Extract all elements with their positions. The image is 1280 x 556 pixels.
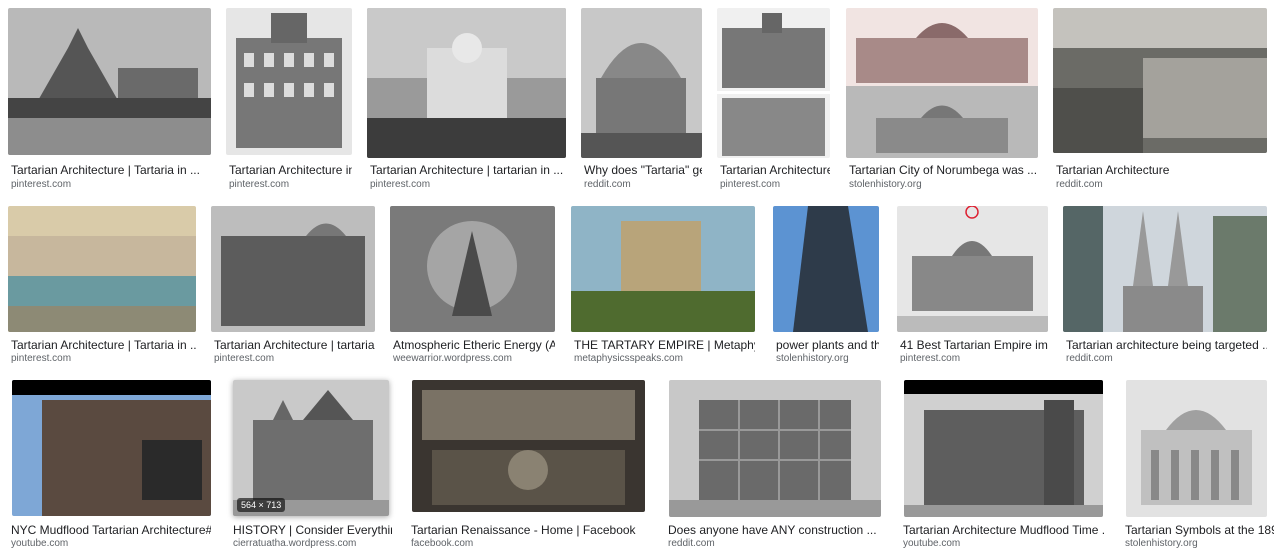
result-card[interactable]: Does anyone have ANY construction ... re… bbox=[665, 380, 881, 550]
result-card[interactable]: Tartarian Architecture | tartarian in ..… bbox=[367, 8, 566, 194]
result-card[interactable]: Why does "Tartaria" get c... reddit.com bbox=[581, 8, 702, 194]
result-title[interactable]: Atmospheric Etheric Energy (AEE ... bbox=[393, 338, 555, 352]
result-title[interactable]: Tartarian Architecture bbox=[1056, 163, 1267, 177]
result-source[interactable]: pinterest.com bbox=[214, 353, 375, 365]
result-thumbnail[interactable] bbox=[412, 380, 645, 512]
result-card[interactable]: 564 × 713 HISTORY | Consider Everything … bbox=[230, 380, 392, 550]
result-thumbnail[interactable] bbox=[367, 8, 566, 158]
result-thumbnail[interactable] bbox=[1053, 8, 1267, 153]
result-thumbnail[interactable] bbox=[1126, 380, 1267, 517]
result-title[interactable]: Tartarian City of Norumbega was ... bbox=[849, 163, 1038, 177]
result-title[interactable]: Tartarian Architecture | Tartaria in ... bbox=[11, 338, 196, 352]
result-card[interactable]: power plants and the in... stolenhistory… bbox=[773, 206, 879, 366]
result-source[interactable]: pinterest.com bbox=[370, 179, 566, 191]
result-title[interactable]: power plants and the in... bbox=[776, 338, 879, 352]
result-source[interactable]: metaphysicsspeaks.com bbox=[574, 353, 755, 365]
result-title[interactable]: 41 Best Tartarian Empire images ... bbox=[900, 338, 1048, 352]
result-source[interactable]: youtube.com bbox=[903, 538, 1106, 550]
result-source[interactable]: stolenhistory.org bbox=[849, 179, 1038, 191]
result-title[interactable]: Tartarian Architecture Mudflood Time ... bbox=[903, 523, 1106, 537]
result-thumbnail[interactable] bbox=[773, 206, 879, 332]
result-source[interactable]: pinterest.com bbox=[900, 353, 1048, 365]
result-card[interactable]: Tartarian Architecture | Tartaria in ...… bbox=[8, 206, 196, 366]
result-card[interactable]: Tartarian architecture being targeted ..… bbox=[1063, 206, 1267, 366]
result-card[interactable]: Tartarian Architecture | ... pinterest.c… bbox=[717, 8, 830, 194]
result-source[interactable]: cierratuatha.wordpress.com bbox=[233, 538, 392, 550]
result-thumbnail[interactable] bbox=[390, 206, 555, 332]
result-card[interactable]: Tartarian City of Norumbega was ... stol… bbox=[846, 8, 1038, 194]
result-title[interactable]: Tartarian architecture being targeted ..… bbox=[1066, 338, 1267, 352]
result-card[interactable]: NYC Mudflood Tartarian Architecture#7 ..… bbox=[8, 380, 211, 550]
result-source[interactable]: pinterest.com bbox=[720, 179, 830, 191]
result-title[interactable]: Tartarian Renaissance - Home | Facebook bbox=[411, 523, 649, 537]
result-thumbnail[interactable] bbox=[669, 380, 881, 517]
result-title[interactable]: THE TARTARY EMPIRE | Metaphysic's Sp... bbox=[574, 338, 755, 352]
result-card[interactable]: Tartarian Symbols at the 1893 ... stolen… bbox=[1122, 380, 1274, 550]
image-dimensions-badge: 564 × 713 bbox=[237, 498, 286, 512]
result-source[interactable]: reddit.com bbox=[584, 179, 702, 191]
result-title[interactable]: HISTORY | Consider Everything ... bbox=[233, 523, 392, 537]
result-thumbnail[interactable] bbox=[226, 8, 352, 155]
result-title[interactable]: Does anyone have ANY construction ... bbox=[668, 523, 881, 537]
result-title[interactable]: Tartarian Architecture | tartarian in ..… bbox=[370, 163, 566, 177]
result-source[interactable]: stolenhistory.org bbox=[1125, 538, 1274, 550]
result-title[interactable]: Tartarian Symbols at the 1893 ... bbox=[1125, 523, 1274, 537]
result-thumbnail[interactable] bbox=[571, 206, 755, 332]
result-card[interactable]: Tartarian Architecture reddit.com bbox=[1053, 8, 1267, 194]
result-title[interactable]: Tartarian Architecture | Tartaria in ... bbox=[11, 163, 211, 177]
result-thumbnail[interactable] bbox=[581, 8, 702, 158]
result-thumbnail[interactable] bbox=[717, 8, 830, 158]
result-card[interactable]: Tartarian Architecture | Tartaria in ...… bbox=[8, 8, 211, 194]
result-source[interactable]: reddit.com bbox=[1066, 353, 1267, 365]
result-source[interactable]: pinterest.com bbox=[11, 353, 196, 365]
result-thumbnail[interactable]: 564 × 713 bbox=[233, 380, 389, 516]
result-thumbnail[interactable] bbox=[897, 206, 1048, 332]
result-source[interactable]: weewarrior.wordpress.com bbox=[393, 353, 555, 365]
result-card[interactable]: 41 Best Tartarian Empire images ... pint… bbox=[897, 206, 1048, 366]
result-source[interactable]: pinterest.com bbox=[11, 179, 211, 191]
result-card[interactable]: Tartarian Architecture Mudflood Time ...… bbox=[900, 380, 1106, 550]
result-card[interactable]: Tartarian Architecture in 2... pinterest… bbox=[226, 8, 352, 194]
result-source[interactable]: facebook.com bbox=[411, 538, 649, 550]
result-source[interactable]: reddit.com bbox=[668, 538, 881, 550]
result-title[interactable]: NYC Mudflood Tartarian Architecture#7 ..… bbox=[11, 523, 211, 537]
result-thumbnail[interactable] bbox=[211, 206, 375, 332]
result-title[interactable]: Tartarian Architecture in 2... bbox=[229, 163, 352, 177]
result-card[interactable]: Atmospheric Etheric Energy (AEE ... weew… bbox=[390, 206, 555, 366]
result-thumbnail[interactable] bbox=[1063, 206, 1267, 332]
result-source[interactable]: pinterest.com bbox=[229, 179, 352, 191]
result-thumbnail[interactable] bbox=[904, 380, 1103, 517]
result-thumbnail[interactable] bbox=[8, 8, 211, 155]
result-thumbnail[interactable] bbox=[846, 8, 1038, 158]
result-title[interactable]: Why does "Tartaria" get c... bbox=[584, 163, 702, 177]
result-thumbnail[interactable] bbox=[8, 206, 196, 332]
result-source[interactable]: reddit.com bbox=[1056, 179, 1267, 191]
result-thumbnail[interactable] bbox=[12, 380, 211, 516]
result-card[interactable]: Tartarian Renaissance - Home | Facebook … bbox=[408, 380, 649, 550]
result-title[interactable]: Tartarian Architecture | ... bbox=[720, 163, 830, 177]
result-card[interactable]: Tartarian Architecture | tartarian in ..… bbox=[211, 206, 375, 366]
result-title[interactable]: Tartarian Architecture | tartarian in ..… bbox=[214, 338, 375, 352]
result-source[interactable]: stolenhistory.org bbox=[776, 353, 879, 365]
result-card[interactable]: THE TARTARY EMPIRE | Metaphysic's Sp... … bbox=[571, 206, 755, 366]
result-source[interactable]: youtube.com bbox=[11, 538, 211, 550]
